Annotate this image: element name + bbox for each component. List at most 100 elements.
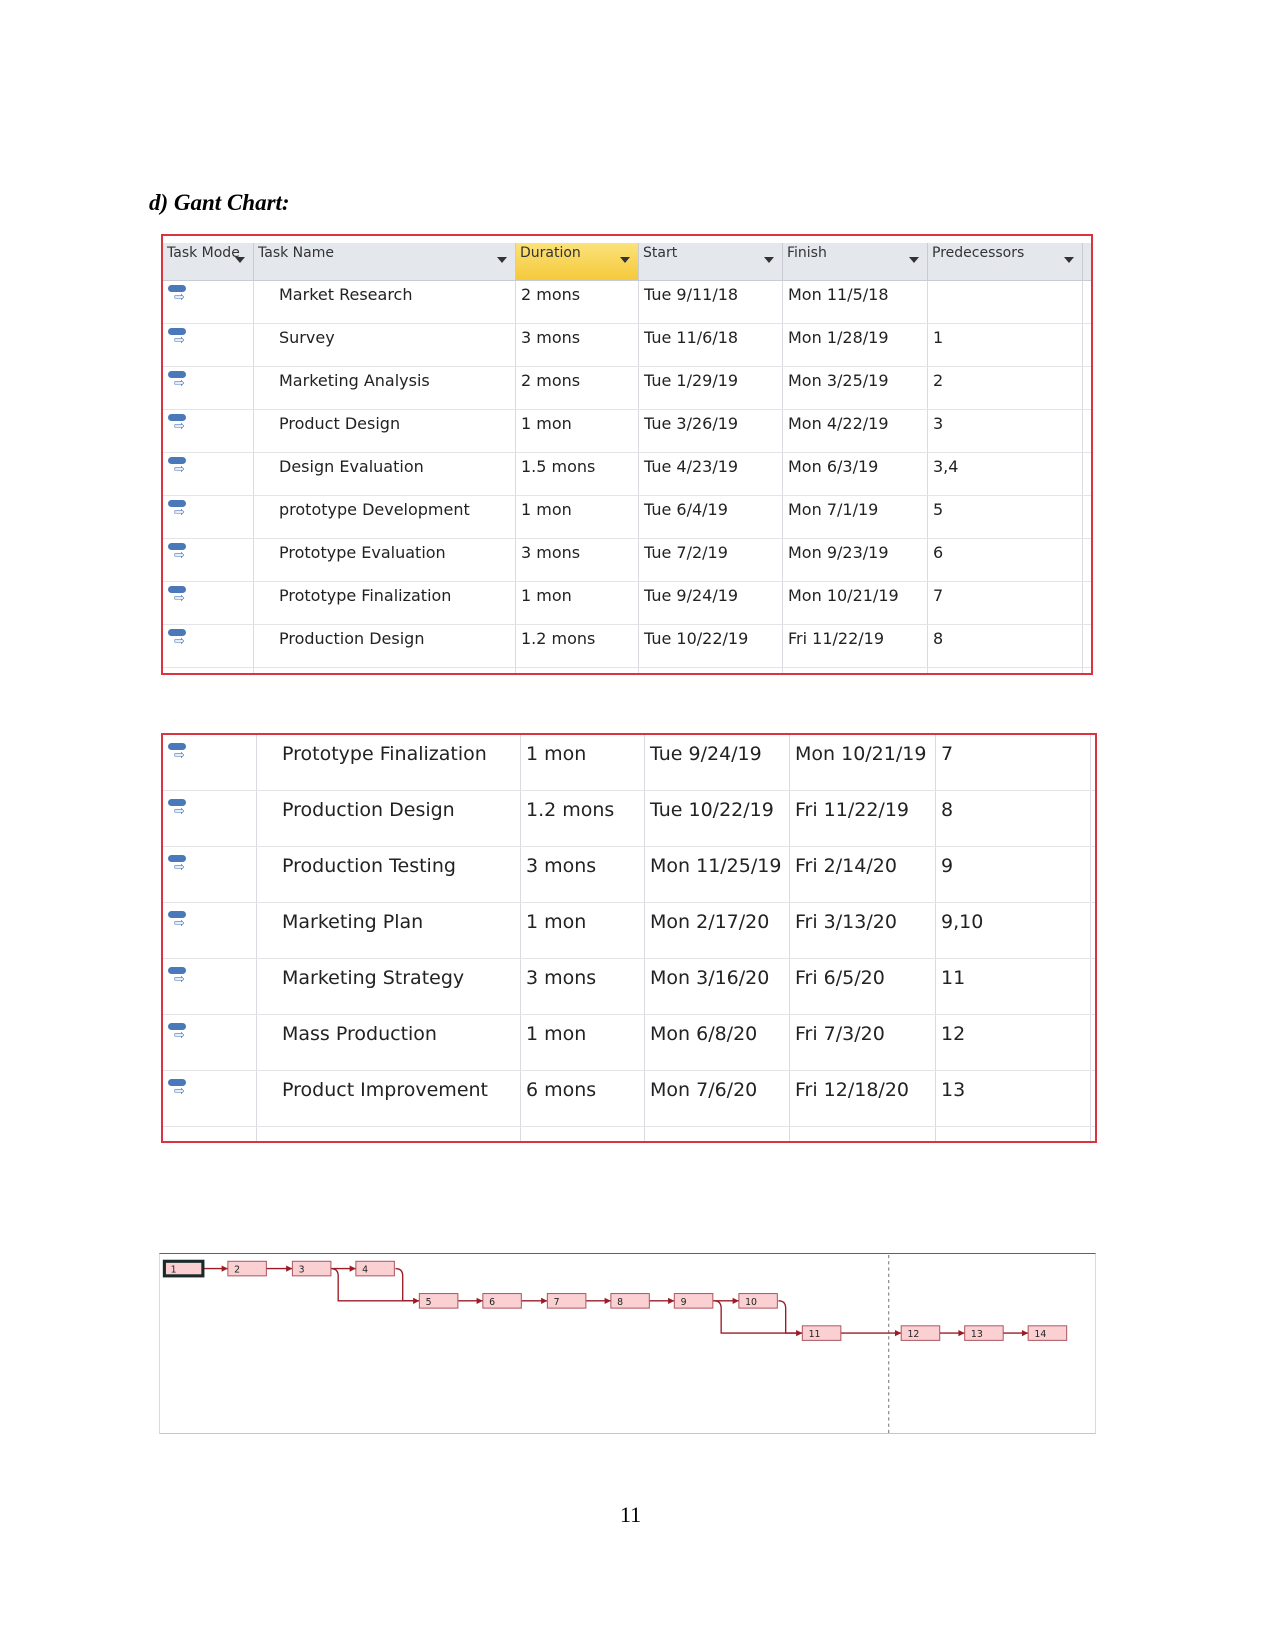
table-row[interactable]: ⇨ Prototype Finalization 1 mon Tue 9/24/19 M… <box>163 735 1095 791</box>
start-cell: Tue 9/24/19 <box>639 582 783 624</box>
table-row[interactable]: ⇨ Marketing Analysis 2 mons Tue 1/29/19 Mon … <box>163 367 1091 410</box>
table-row[interactable]: ⇨ Production Design 1.2 mons Tue 10/22/19 Fr… <box>163 625 1091 668</box>
arrow-head <box>349 1265 356 1272</box>
network-node[interactable]: 9 <box>673 1293 714 1309</box>
table-row[interactable]: ⇨ Marketing Strategy 3 mons Mon 3/16/20 Fri … <box>163 959 1095 1015</box>
table-row[interactable]: ⇨ Production Testing 3 mons Mon 11/25/19 Fri… <box>163 847 1095 903</box>
task-mode-cell: ⇨ <box>163 539 254 581</box>
arrow-head <box>894 1329 902 1337</box>
task-table-2: ⇨ Prototype Finalization 1 mon Tue 9/24/19 M… <box>161 733 1097 1143</box>
chevron-down-icon[interactable] <box>235 257 245 263</box>
table-row[interactable]: ⇨ Market Research 2 mons Tue 9/11/18 Mon 11/… <box>163 281 1091 324</box>
task-mode-cell: ⇨ <box>163 582 254 624</box>
task-mode-cell: ⇨ <box>163 791 257 846</box>
network-node[interactable]: 6 <box>482 1293 522 1309</box>
network-node[interactable]: 13 <box>964 1325 1004 1341</box>
table-row[interactable]: ⇨ Marketing Plan 1 mon Mon 2/17/20 Fri 3/13/… <box>163 903 1095 959</box>
predecessors-cell <box>928 281 1083 323</box>
auto-scheduled-task-icon: ⇨ <box>168 967 190 986</box>
start-cell: Mon 2/17/20 <box>645 903 790 958</box>
start-cell: Tue 10/22/19 <box>645 791 790 846</box>
network-node[interactable]: 8 <box>610 1293 650 1309</box>
finish-cell: Fri 2/14/20 <box>790 847 936 902</box>
column-header-label: Task Name <box>258 245 334 261</box>
predecessors-cell: 2 <box>928 367 1083 409</box>
finish-cell: Fri 7/3/20 <box>790 1015 936 1070</box>
table-row[interactable]: ⇨ Survey 3 mons Tue 11/6/18 Mon 1/28/19 1 <box>163 324 1091 367</box>
column-header-label: Predecessors <box>932 245 1025 261</box>
table-row[interactable]: ⇨ prototype Development 1 mon Tue 6/4/19 Mon… <box>163 496 1091 539</box>
column-header-label: Start <box>643 245 678 261</box>
task-mode-cell: ⇨ <box>163 281 254 323</box>
empty-row <box>163 668 1091 673</box>
auto-scheduled-task-icon: ⇨ <box>168 911 190 930</box>
table-row[interactable]: ⇨ Production Design 1.2 mons Tue 10/22/19 Fr… <box>163 791 1095 847</box>
node-label: 9 <box>681 1297 687 1308</box>
table-row[interactable]: ⇨ Product Improvement 6 mons Mon 7/6/20 Fri … <box>163 1071 1095 1127</box>
table-row[interactable]: ⇨ Prototype Evaluation 3 mons Tue 7/2/19 Mon… <box>163 539 1091 582</box>
network-node[interactable]: 2 <box>227 1260 267 1277</box>
table-row[interactable]: ⇨ Prototype Finalization 1 mon Tue 9/24/19 M… <box>163 582 1091 625</box>
auto-scheduled-task-icon: ⇨ <box>168 285 190 304</box>
auto-scheduled-task-icon: ⇨ <box>168 1023 190 1042</box>
chevron-down-icon[interactable] <box>620 257 630 263</box>
task-name-cell: Product Improvement <box>257 1071 521 1126</box>
finish-cell: Fri 3/13/20 <box>790 903 936 958</box>
network-node[interactable]: 4 <box>355 1260 395 1277</box>
start-cell: Tue 9/11/18 <box>639 281 783 323</box>
arrow-head <box>286 1265 293 1272</box>
finish-cell: Mon 1/28/19 <box>783 324 928 366</box>
network-node[interactable]: 12 <box>900 1325 941 1341</box>
table-row[interactable]: ⇨ Product Design 1 mon Tue 3/26/19 Mon 4/22/… <box>163 410 1091 453</box>
chevron-down-icon[interactable] <box>764 257 774 263</box>
duration-cell: 1.2 mons <box>521 791 645 846</box>
column-header[interactable]: Duration <box>516 243 639 280</box>
table-row[interactable]: ⇨ Design Evaluation 1.5 mons Tue 4/23/19 Mon… <box>163 453 1091 496</box>
node-label: 8 <box>617 1297 623 1308</box>
network-svg: 1 2 3 45 6 7 8 9 1011 12 13 14 <box>162 1255 1068 1433</box>
arrow-head <box>668 1297 675 1304</box>
duration-cell: 1 mon <box>516 410 639 452</box>
network-node[interactable]: 14 <box>1027 1325 1068 1341</box>
network-node[interactable]: 3 <box>291 1260 332 1277</box>
section-heading: d) Gant Chart: <box>149 190 290 215</box>
column-header[interactable]: Start <box>639 243 783 280</box>
arrow-head <box>1021 1329 1029 1337</box>
predecessors-cell: 3 <box>928 410 1083 452</box>
finish-cell: Mon 10/21/19 <box>783 582 928 624</box>
task-name-cell: Design Evaluation <box>254 453 516 495</box>
start-cell: Tue 3/26/19 <box>639 410 783 452</box>
start-cell: Tue 9/24/19 <box>645 735 790 790</box>
duration-cell: 2 mons <box>516 367 639 409</box>
predecessors-cell: 7 <box>928 582 1083 624</box>
column-header-label: Task Mode <box>167 245 240 261</box>
duration-cell: 1 mon <box>521 735 645 790</box>
predecessors-cell: 7 <box>936 735 1091 790</box>
task-name-cell: Mass Production <box>257 1015 521 1070</box>
chevron-down-icon[interactable] <box>497 257 507 263</box>
finish-cell: Mon 7/1/19 <box>783 496 928 538</box>
dependency-link <box>395 1267 420 1302</box>
network-node[interactable]: 11 <box>801 1325 842 1341</box>
duration-cell: 3 mons <box>521 959 645 1014</box>
task-name-cell: Production Design <box>254 625 516 667</box>
chevron-down-icon[interactable] <box>909 257 919 263</box>
column-header-label: Finish <box>787 245 827 261</box>
column-header[interactable]: Task Mode <box>163 243 254 280</box>
network-node[interactable]: 1 <box>162 1259 205 1278</box>
network-diagram: 1 2 3 4 5 6 7 8 9 10 11 12 13 14 <box>159 1253 1096 1434</box>
column-header[interactable]: Predecessors <box>928 243 1083 280</box>
network-node[interactable]: 10 <box>738 1293 778 1309</box>
duration-cell: 1 mon <box>516 582 639 624</box>
network-node[interactable]: 7 <box>546 1293 587 1309</box>
column-header[interactable]: Finish <box>783 243 928 280</box>
chevron-down-icon[interactable] <box>1064 257 1074 263</box>
column-header[interactable]: Task Name <box>254 243 516 280</box>
network-node[interactable]: 5 <box>418 1293 459 1309</box>
table-row[interactable]: ⇨ Mass Production 1 mon Mon 6/8/20 Fri 7/3/2… <box>163 1015 1095 1071</box>
auto-scheduled-task-icon: ⇨ <box>168 743 190 762</box>
start-cell: Tue 11/6/18 <box>639 324 783 366</box>
duration-cell: 3 mons <box>516 539 639 581</box>
predecessors-cell: 9,10 <box>936 903 1091 958</box>
duration-cell: 1.5 mons <box>516 453 639 495</box>
